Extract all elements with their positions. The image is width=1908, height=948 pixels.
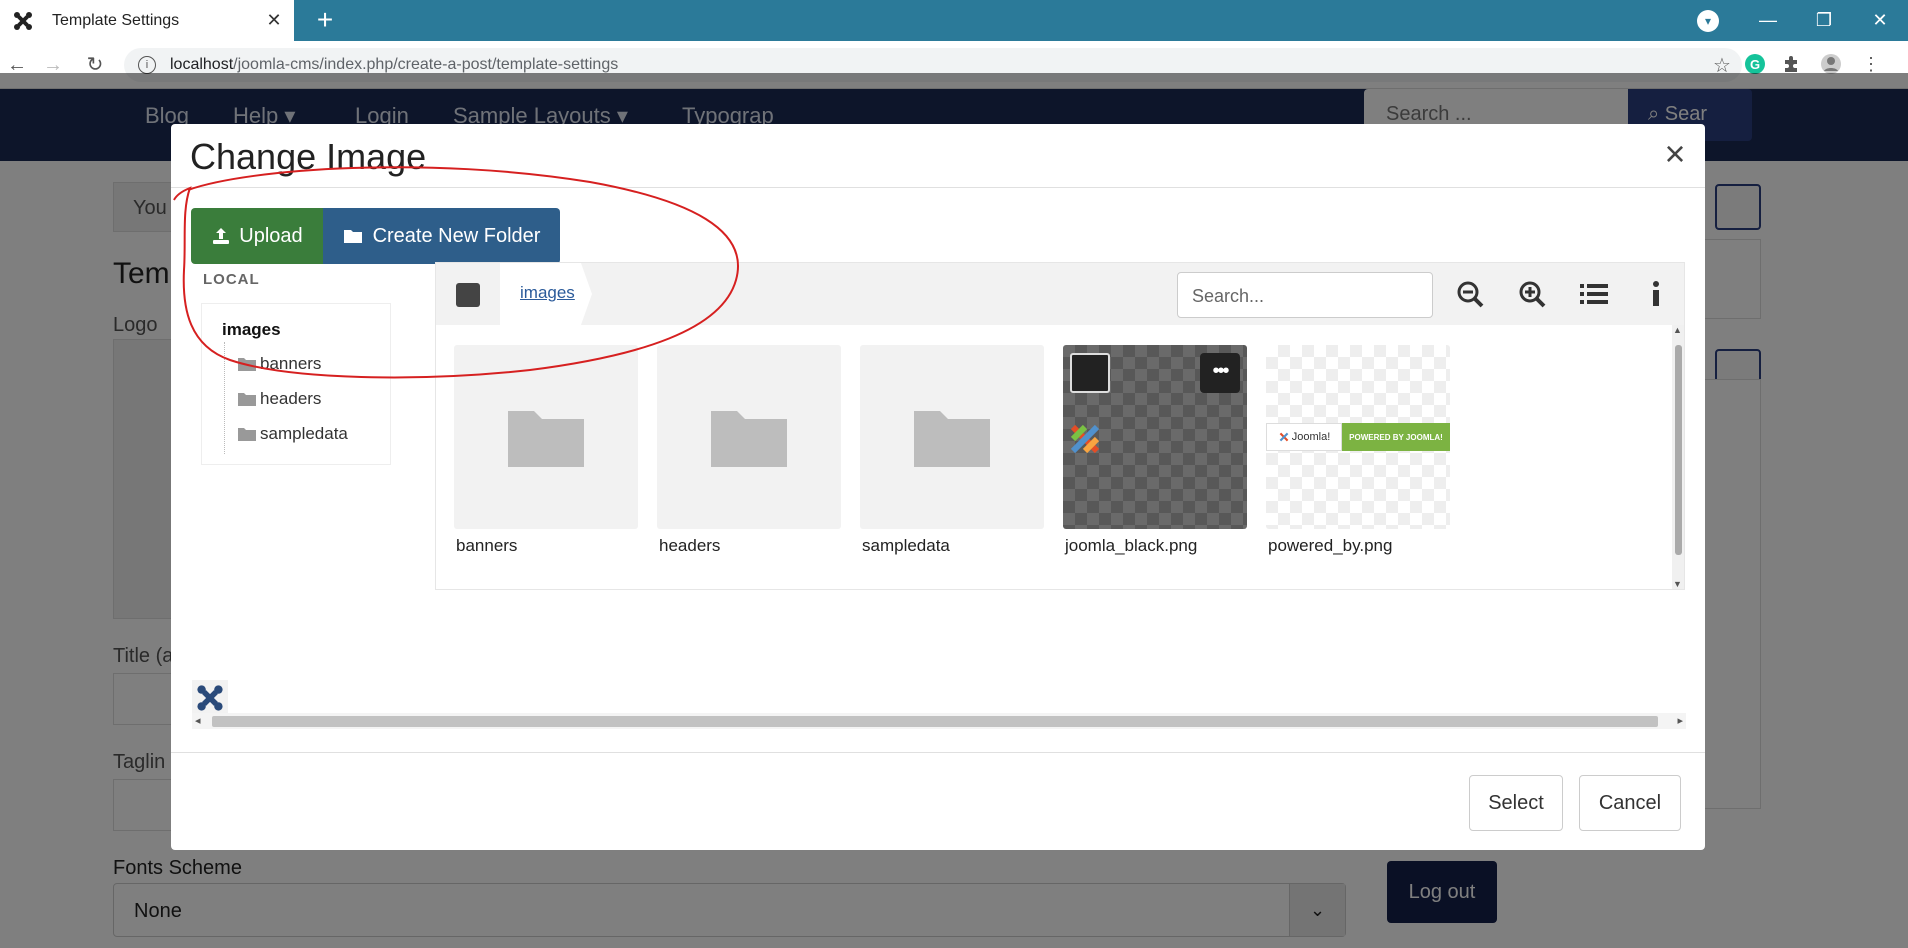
folder-icon [914,411,990,467]
tree-item-headers[interactable]: headers [238,389,321,409]
site-info-icon[interactable]: i [138,56,156,74]
horizontal-scrollbar[interactable]: ◂ ▸ [192,713,1686,729]
tree-item-sampledata[interactable]: sampledata [238,424,348,444]
zoom-out-icon[interactable] [1450,275,1490,313]
folder-icon [238,358,256,371]
window-close-icon[interactable]: ✕ [1852,10,1908,31]
tile-select-checkbox[interactable] [1070,353,1110,393]
window-controls: — ❐ ✕ [1740,0,1908,41]
new-tab-button[interactable]: + [310,6,340,36]
image-tile-powered-by[interactable]: Joomla! POWERED BY JOOMLA! [1266,345,1450,529]
folder-icon [238,393,256,406]
media-browser: images Search... banners headers sampled… [435,262,1685,590]
powered-by-banner: Joomla! POWERED BY JOOMLA! [1266,423,1450,451]
scroll-thumb[interactable] [1675,345,1682,555]
cancel-button[interactable]: Cancel [1579,775,1681,831]
joomla-logo-icon [192,680,228,716]
modal-title: Change Image [190,136,427,177]
restore-icon[interactable]: ❐ [1796,10,1852,31]
tree-item-images[interactable]: images [222,320,281,340]
list-view-icon[interactable] [1574,275,1614,313]
media-grid: banners headers sampledata ••• joomla_bl… [436,325,1684,589]
tile-label: powered_by.png [1268,536,1393,555]
folder-tile-headers[interactable] [657,345,841,529]
divider [171,752,1705,753]
breadcrumb-images-link[interactable]: images [520,283,575,303]
folder-tile-banners[interactable] [454,345,638,529]
url-text: localhost/joomla-cms/index.php/create-a-… [170,56,619,73]
zoom-in-icon[interactable] [1512,275,1552,313]
joomla-logo-icon [1279,432,1289,442]
modal-close-icon[interactable]: × [1655,134,1695,174]
folder-tile-sampledata[interactable] [860,345,1044,529]
browser-tab[interactable]: Template Settings ✕ [0,0,294,41]
change-image-modal: Change Image × Upload Create New Folder … [171,124,1705,850]
scroll-left-icon[interactable]: ◂ [195,714,201,727]
scroll-down-icon[interactable]: ▼ [1673,579,1682,589]
image-tile-joomla-black[interactable]: ••• [1063,345,1247,529]
tab-search-icon[interactable]: ▾ [1697,10,1719,32]
tile-label: joomla_black.png [1065,536,1198,555]
folder-icon [343,230,362,243]
local-adapter-label: LOCAL [203,271,260,288]
tile-label: headers [659,536,721,555]
select-button[interactable]: Select [1469,775,1563,831]
media-search-input[interactable]: Search... [1177,272,1433,318]
joomla-favicon-icon [12,10,34,32]
divider [171,187,1705,188]
folder-icon [238,428,256,441]
media-toolbar: images Search... [436,263,1684,325]
scroll-up-icon[interactable]: ▲ [1673,325,1682,335]
info-icon[interactable] [1636,275,1676,313]
tile-label: banners [456,536,518,555]
powered-banner-right: POWERED BY JOOMLA! [1342,423,1450,451]
scroll-right-icon[interactable]: ▸ [1677,714,1683,727]
tree-item-banners[interactable]: banners [238,354,321,374]
upload-button[interactable]: Upload [191,208,323,264]
create-new-folder-button[interactable]: Create New Folder [323,208,560,264]
joomla-logo-icon [1070,424,1100,454]
vertical-scrollbar[interactable]: ▲ ▼ [1672,325,1684,589]
tab-title: Template Settings [52,11,180,29]
tab-close-icon[interactable]: ✕ [260,7,288,35]
tree-line [224,342,225,454]
minimize-icon[interactable]: — [1740,10,1796,31]
folder-icon [508,411,584,467]
select-all-checkbox[interactable] [456,283,480,307]
more-actions-icon[interactable]: ••• [1200,353,1240,393]
powered-banner-left: Joomla! [1266,423,1342,451]
browser-tabbar: Template Settings ✕ + ▾ — ❐ ✕ [0,0,1908,41]
tile-label: sampledata [862,536,950,555]
folder-icon [711,411,787,467]
scroll-thumb[interactable] [212,716,1658,727]
grammarly-icon[interactable]: G [1745,54,1765,74]
upload-icon [213,228,230,244]
folder-tree: images banners headers sampledata [201,303,391,465]
